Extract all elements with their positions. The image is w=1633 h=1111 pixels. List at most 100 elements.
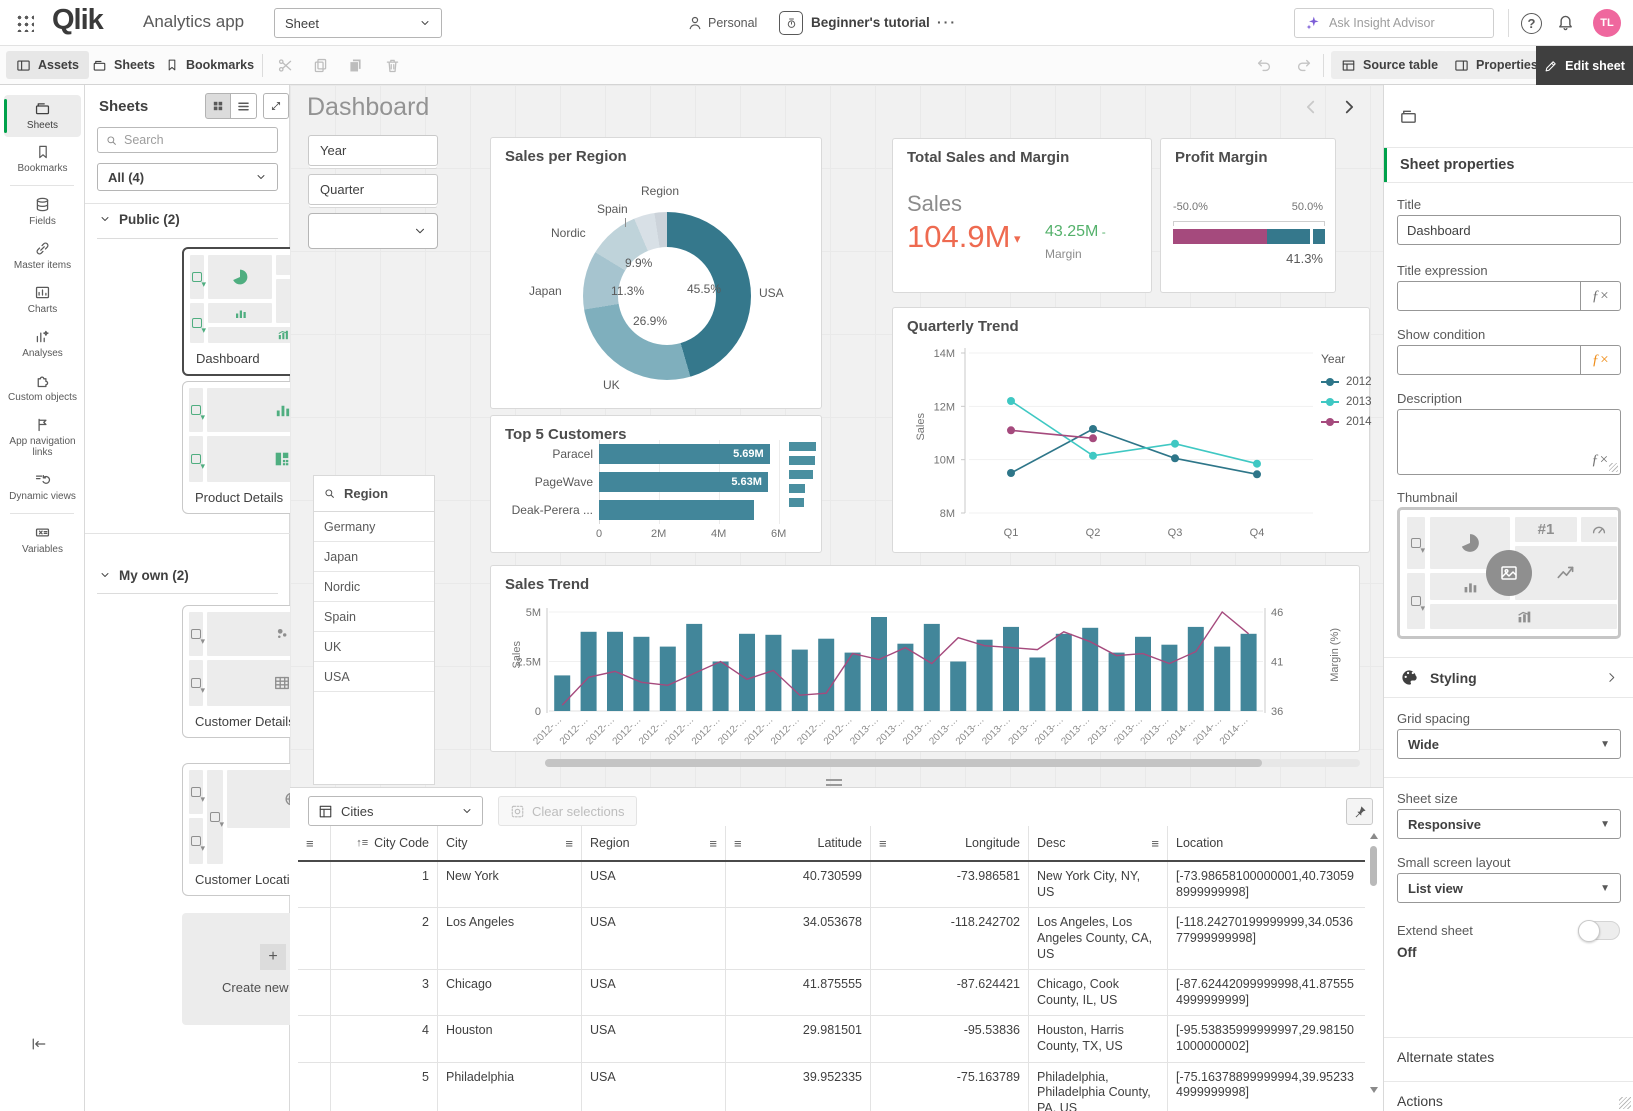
donut-chart[interactable] — [583, 212, 751, 380]
chart-top-5-customers[interactable]: Top 5 Customers Paracel5.69M PageWave5.6… — [490, 415, 822, 553]
resize-grip[interactable] — [1609, 463, 1618, 472]
table-cell[interactable] — [298, 908, 330, 970]
expression-editor-icon[interactable]: ƒ× — [1580, 346, 1620, 374]
combo-chart[interactable]: 5M2.5M04641362012-…2012-…2012-…2012-…201… — [491, 566, 1361, 753]
col-header-location[interactable]: Location — [1167, 826, 1365, 860]
legend-entry[interactable]: 2014 — [1321, 416, 1372, 428]
collapse-panel-icon[interactable] — [30, 1037, 48, 1051]
cut-icon[interactable] — [277, 57, 294, 74]
table-row[interactable]: 1New YorkUSA40.730599-73.986581New York … — [298, 862, 1365, 908]
nav-item-app-navigation-links[interactable]: App navigation links — [4, 411, 81, 464]
line-chart[interactable]: 14M12M10M8MQ1Q2Q3Q4 — [893, 308, 1371, 554]
table-cell[interactable]: -87.624421 — [870, 970, 1028, 1016]
table-vertical-scrollbar[interactable] — [1368, 830, 1380, 1098]
app-icon[interactable] — [779, 11, 803, 35]
table-cell[interactable]: 34.053678 — [725, 908, 870, 970]
table-cell[interactable]: Philadelphia, Philadelphia County, PA, U… — [1028, 1063, 1167, 1111]
scrollbar-thumb[interactable] — [545, 759, 1262, 767]
table-row[interactable]: 3ChicagoUSA41.875555-87.624421Chicago, C… — [298, 970, 1365, 1016]
bar[interactable]: 5.63M — [599, 472, 768, 492]
title-expression-field[interactable]: ƒ× — [1397, 281, 1621, 311]
table-cell[interactable]: 2 — [330, 908, 437, 970]
table-cell[interactable]: [-87.62442099999998,41.875554999999999] — [1167, 970, 1365, 1016]
sheet-filter-dropdown[interactable]: All (4) — [97, 163, 278, 191]
nav-item-analyses[interactable]: Analyses — [4, 323, 81, 365]
table-cell[interactable]: 5 — [330, 1063, 437, 1111]
styling-section[interactable]: Styling — [1384, 658, 1633, 697]
actions-section[interactable]: Actions — [1397, 1093, 1443, 1109]
redo-icon[interactable] — [1295, 56, 1313, 74]
expression-editor-icon[interactable]: ƒ× — [1580, 282, 1620, 310]
table-cell[interactable] — [298, 1063, 330, 1111]
notifications-bell-icon[interactable] — [1556, 13, 1575, 32]
horizontal-scrollbar[interactable] — [545, 759, 1360, 767]
thumbnail-preview[interactable]: #1 — [1397, 507, 1621, 639]
show-condition-field[interactable]: ƒ× — [1397, 345, 1621, 375]
nav-item-master-items[interactable]: Master items — [4, 235, 81, 277]
filter-value[interactable]: Germany — [314, 512, 434, 542]
table-cell[interactable]: [-118.24270199999999,34.053677999999998] — [1167, 908, 1365, 970]
section-my-own[interactable]: My own (2) — [99, 561, 189, 589]
table-cell[interactable]: 29.981501 — [725, 1016, 870, 1062]
table-row[interactable]: 4HoustonUSA29.981501-95.53836Houston, Ha… — [298, 1016, 1365, 1062]
table-cell[interactable]: New York City, NY, US — [1028, 862, 1167, 908]
grid-view-button[interactable] — [205, 93, 231, 119]
col-header-city-code[interactable]: ↑≡City Code — [330, 826, 437, 860]
chart-quarterly-trend[interactable]: Quarterly Trend 14M12M10M8MQ1Q2Q3Q4 Sale… — [892, 307, 1370, 553]
sheet-view-selector[interactable]: Sheet — [274, 8, 442, 38]
table-cell[interactable]: Houston, Harris County, TX, US — [1028, 1016, 1167, 1062]
table-cell[interactable]: Chicago, Cook County, IL, US — [1028, 970, 1167, 1016]
scrollbar-thumb[interactable] — [1370, 846, 1377, 886]
assets-tab[interactable]: Assets — [6, 51, 89, 79]
app-name-breadcrumb[interactable]: Beginner's tutorial — [811, 15, 930, 30]
nav-item-bookmarks[interactable]: Bookmarks — [4, 139, 81, 180]
small-screen-layout-select[interactable]: List view▼ — [1397, 873, 1621, 903]
copy-icon[interactable] — [312, 57, 329, 74]
filter-dropdown[interactable] — [308, 213, 438, 249]
table-cell[interactable]: 3 — [330, 970, 437, 1016]
table-cell[interactable]: New York — [437, 862, 581, 908]
panel-resize-grip[interactable] — [1619, 1097, 1631, 1109]
sheet-icon[interactable] — [1399, 107, 1418, 126]
chart-sales-trend[interactable]: Sales Trend 5M2.5M04641362012-…2012-…201… — [490, 565, 1360, 752]
table-cell[interactable] — [298, 862, 330, 908]
legend-entry[interactable]: 2013 — [1321, 396, 1372, 408]
table-row[interactable]: 5PhiladelphiaUSA39.952335-75.163789Phila… — [298, 1063, 1365, 1111]
table-cell[interactable]: -118.242702 — [870, 908, 1028, 970]
chart-minimap[interactable] — [789, 442, 817, 522]
sheets-tab[interactable]: Sheets — [82, 51, 165, 79]
filter-quarter[interactable]: Quarter — [308, 174, 438, 205]
nav-item-sheets[interactable]: Sheets — [4, 95, 81, 137]
table-cell[interactable] — [298, 970, 330, 1016]
title-input[interactable] — [1397, 215, 1621, 245]
list-view-button[interactable] — [231, 93, 257, 119]
table-cell[interactable]: USA — [581, 1016, 725, 1062]
source-table-button[interactable]: Source table — [1331, 51, 1448, 79]
col-header-region[interactable]: Region≡ — [581, 826, 725, 860]
insight-advisor-search[interactable] — [1294, 8, 1494, 38]
table-cell[interactable]: Houston — [437, 1016, 581, 1062]
sheet-size-select[interactable]: Responsive▼ — [1397, 809, 1621, 839]
table-cell[interactable]: [-75.16378899999994,39.952334999999998] — [1167, 1063, 1365, 1111]
nav-item-variables[interactable]: Variables — [4, 519, 81, 561]
cities-table[interactable]: ≡ ↑≡City Code City≡ Region≡ ≡Latitude ≡L… — [298, 826, 1365, 1111]
table-cell[interactable]: 41.875555 — [725, 970, 870, 1016]
col-header-latitude[interactable]: ≡Latitude — [725, 826, 870, 860]
pin-selections-icon[interactable] — [1346, 798, 1373, 825]
table-cell[interactable]: 39.952335 — [725, 1063, 870, 1111]
table-cell[interactable]: Los Angeles — [437, 908, 581, 970]
change-thumbnail-icon[interactable] — [1486, 550, 1532, 596]
cities-dimension-selector[interactable]: Cities — [308, 796, 483, 826]
table-cell[interactable]: 40.730599 — [725, 862, 870, 908]
bar[interactable]: 5.69M — [599, 444, 770, 464]
nav-item-dynamic-views[interactable]: Dynamic views — [4, 466, 81, 508]
table-cell[interactable]: USA — [581, 970, 725, 1016]
delete-icon[interactable] — [384, 57, 401, 74]
kpi-total-sales-margin[interactable]: Total Sales and Margin Sales 104.9M ▾ 43… — [892, 138, 1152, 293]
legend-entry[interactable]: 2012 — [1321, 376, 1372, 388]
filter-value[interactable]: Japan — [314, 542, 434, 572]
table-cell[interactable]: USA — [581, 908, 725, 970]
table-row[interactable]: 2Los AngelesUSA34.053678-118.242702Los A… — [298, 908, 1365, 970]
table-cell[interactable]: -73.986581 — [870, 862, 1028, 908]
filter-value[interactable]: USA — [314, 662, 434, 692]
